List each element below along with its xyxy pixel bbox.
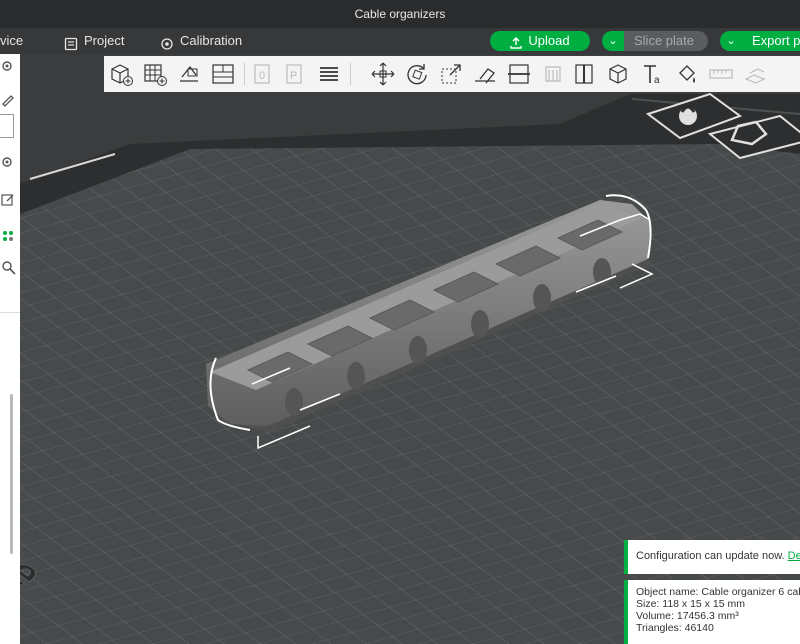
- support-paint-icon[interactable]: [540, 61, 566, 87]
- scale-icon[interactable]: [438, 61, 464, 87]
- menu-bar: vice Project Calibration Upload ⌄ Slice …: [0, 28, 800, 54]
- cut-icon[interactable]: [506, 61, 532, 87]
- slice-plate-label: Slice plate: [634, 33, 694, 48]
- export-dropdown-button[interactable]: ⌄: [720, 31, 742, 51]
- window-title: Cable organizers: [354, 7, 446, 21]
- object-name: Object name: Cable organizer 6 cabl: [636, 586, 800, 598]
- auto-orient-icon[interactable]: [176, 61, 202, 87]
- menu-device-label: vice: [0, 33, 24, 48]
- filament-settings-icon[interactable]: [1, 154, 17, 170]
- project-icon: [64, 34, 78, 51]
- upload-button[interactable]: Upload: [490, 31, 590, 51]
- process-icon[interactable]: [1, 228, 17, 244]
- text-icon[interactable]: a: [640, 61, 666, 87]
- slice-dropdown-button[interactable]: ⌄: [602, 31, 624, 51]
- menu-calibration[interactable]: Calibration: [160, 28, 242, 54]
- plate-p-icon[interactable]: P: [282, 61, 308, 87]
- add-object-icon[interactable]: [108, 61, 134, 87]
- menu-project-label: Project: [84, 33, 125, 48]
- object-triangles: Triangles: 46140: [636, 622, 714, 634]
- notification-text: Configuration can update now.: [636, 550, 785, 562]
- slice-plate-button[interactable]: Slice plate: [624, 31, 708, 51]
- assemble-view-icon[interactable]: [742, 61, 768, 87]
- object-toolbar: 0 P a: [104, 56, 800, 92]
- object-volume: Volume: 17456.3 mm³: [636, 610, 739, 622]
- update-notification: Configuration can update now. Deta: [624, 540, 800, 574]
- svg-text:a: a: [654, 75, 660, 86]
- color-paint-icon[interactable]: [674, 61, 700, 87]
- svg-text:0: 0: [259, 70, 265, 82]
- upload-label: Upload: [528, 33, 570, 48]
- menu-project[interactable]: Project: [64, 28, 124, 54]
- panel-input[interactable]: [0, 114, 14, 138]
- object-info-panel: Object name: Cable organizer 6 cabl Size…: [624, 580, 800, 644]
- export-button[interactable]: Export p: [742, 31, 800, 51]
- object-size: Size: 118 x 15 x 15 mm: [636, 598, 745, 610]
- edit-note-icon[interactable]: [1, 192, 17, 208]
- edit-icon[interactable]: [1, 92, 17, 108]
- arrange-icon[interactable]: [210, 61, 236, 87]
- add-plate-icon[interactable]: [142, 61, 168, 87]
- rotate-icon[interactable]: [404, 61, 430, 87]
- measure-icon[interactable]: [708, 61, 734, 87]
- left-side-panel: [0, 54, 20, 644]
- svg-text:P: P: [290, 70, 297, 82]
- seam-paint-icon[interactable]: [572, 61, 598, 87]
- search-icon[interactable]: [1, 260, 17, 276]
- lay-on-face-icon[interactable]: [472, 61, 498, 87]
- assembly-icon[interactable]: [606, 61, 632, 87]
- settings-icon[interactable]: [1, 58, 17, 74]
- chevron-down-icon: ⌄: [608, 35, 618, 47]
- window-title-bar: Cable organizers: [0, 0, 800, 28]
- export-label: Export p: [752, 33, 800, 48]
- notification-details-link[interactable]: Deta: [788, 550, 800, 562]
- layers-icon[interactable]: [316, 61, 342, 87]
- panel-scrollbar[interactable]: [10, 394, 13, 554]
- menu-calibration-label: Calibration: [180, 33, 243, 48]
- chevron-down-icon: ⌄: [726, 35, 736, 47]
- object-list-icon[interactable]: 0: [250, 61, 276, 87]
- menu-device[interactable]: vice: [0, 28, 23, 54]
- upload-icon: [510, 35, 523, 49]
- calibration-icon: [160, 34, 174, 50]
- move-icon[interactable]: [370, 61, 396, 87]
